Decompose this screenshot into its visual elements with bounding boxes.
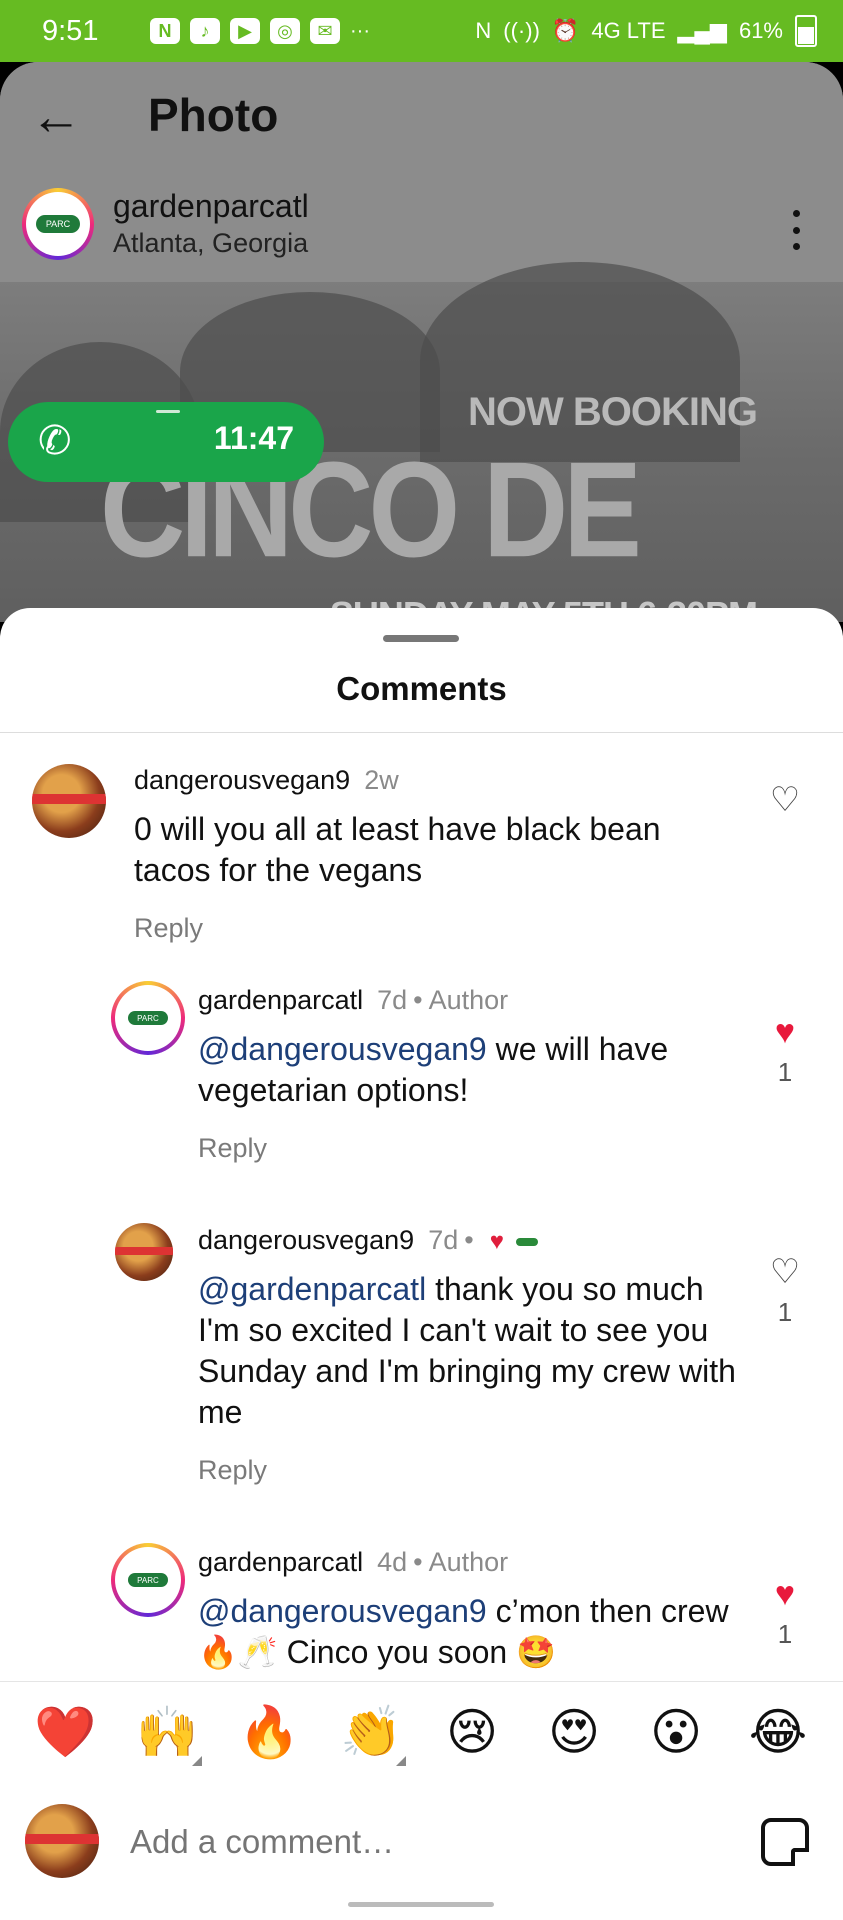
tiktok-icon: ♪ [190,18,220,44]
comment-username[interactable]: gardenparcatl [198,985,363,1015]
reaction-heart-eyes[interactable]: 😍 [544,1702,604,1762]
like-button[interactable]: ♡ [765,783,805,817]
youtube-icon: ▶ [230,18,260,44]
garden-logo-icon: PARC [128,1011,168,1025]
commenter-avatar[interactable] [32,764,106,838]
current-user-avatar [25,1804,99,1878]
sheet-title: Comments [336,670,507,707]
reaction-crying[interactable]: 😢 [442,1702,502,1762]
quick-reactions-bar: ❤️ 🙌 🔥 👏 😢 😍 😮 😂 [0,1681,843,1782]
sticker-icon[interactable] [761,1818,809,1866]
like-count: 1 [777,1297,793,1327]
post-username[interactable]: gardenparcatl [113,188,309,225]
comment-text: @dangerousvegan9 c’mon then crew 🔥🥂 Cinc… [198,1593,729,1670]
battery-label: 61% [738,18,783,43]
signal-icon: ▂▄▆ [677,18,727,43]
garden-logo-icon: PARC [36,215,80,233]
app-header: ← Photo PARC gardenparcatl Atlanta, Geor… [0,62,843,282]
network-label: 4G LTE [591,18,666,43]
page-title: Photo [148,89,279,141]
like-button[interactable]: ♥ 1 [765,1577,805,1650]
reaction-raising-hands[interactable]: 🙌 [136,1702,202,1766]
banner-now-booking: NOW BOOKING [468,390,758,434]
more-notifications-icon: ··· [350,19,370,42]
comment-composer [0,1782,843,1892]
reply-button[interactable]: Reply [198,1133,267,1164]
comment-text: 0 will you all at least have black bean … [134,811,661,888]
add-comment-input[interactable] [128,1822,732,1862]
mention-link[interactable]: @dangerousvegan9 [198,1593,487,1629]
vibrate-icon: ((·)) [503,18,540,43]
more-options-icon[interactable] [793,210,805,250]
author-badge: Author [428,1547,509,1577]
reaction-fire[interactable]: 🔥 [238,1702,300,1762]
instagram-icon: ◎ [270,18,300,44]
heart-filled-icon: ♥ [774,1575,796,1613]
like-button[interactable]: ♥ 1 [765,1015,805,1088]
mention-link[interactable]: @gardenparcatl [198,1271,426,1307]
author-badge: Author [428,985,509,1015]
back-arrow-icon[interactable]: ← [30,90,84,144]
like-button[interactable]: ♡ 1 [765,1255,805,1328]
commenter-avatar[interactable] [115,1223,173,1281]
comment-time: 4d [377,1547,408,1577]
status-time: 9:51 [42,14,99,47]
reply-button[interactable]: Reply [134,913,203,944]
sheet-drag-handle[interactable] [383,635,459,642]
post-avatar[interactable]: PARC [22,188,94,260]
comments-list[interactable]: dangerousvegan9 2w 0 will you all at leas… [0,733,843,1793]
phone-icon: ✆ [38,419,72,463]
notification-icons: N ♪ ▶ ◎ ✉ ··· [150,18,370,44]
commenter-avatar[interactable]: PARC [111,1543,185,1617]
app-notification-icon: N [150,18,180,44]
creator-mini-avatar-icon [515,1237,538,1246]
heart-outline-icon: ♡ [769,781,801,819]
status-bar: 9:51 N ♪ ▶ ◎ ✉ ··· N ((·)) ⏰ 4G LTE ▂▄▆ … [0,0,843,62]
comment-text: @dangerousvegan9 we will have vegetarian… [198,1031,669,1108]
garden-logo-icon: PARC [128,1573,168,1587]
alarm-icon: ⏰ [551,18,580,43]
battery-icon [795,15,817,47]
comment-time: 2w [364,765,399,795]
comment-text: @gardenparcatl thank you so much I'm so … [198,1271,736,1430]
heart-outline-icon: ♡ [769,1253,801,1291]
heart-filled-icon: ♥ [774,1013,796,1051]
gesture-bar[interactable] [348,1902,494,1907]
post-location[interactable]: Atlanta, Georgia [113,228,308,259]
call-timer: 11:47 [213,420,294,456]
post-area: ← Photo PARC gardenparcatl Atlanta, Geor… [0,62,843,622]
outlook-icon: ✉ [310,18,340,44]
ongoing-call-pill[interactable]: ✆ 11:47 [8,402,324,482]
comment-time: 7d [428,1225,459,1255]
reaction-heart[interactable]: ❤️ [34,1702,96,1762]
comment-username[interactable]: gardenparcatl [198,1547,363,1577]
creator-liked-heart-icon: ♥ [489,1228,504,1255]
reaction-laughing[interactable]: 😂 [748,1702,808,1762]
like-count: 1 [777,1619,793,1649]
comment-username[interactable]: dangerousvegan9 [198,1225,414,1255]
comments-sheet: Comments dangerousvegan9 2w 0 will you al… [0,608,843,1920]
mention-link[interactable]: @dangerousvegan9 [198,1031,487,1067]
reply-button[interactable]: Reply [198,1455,267,1486]
comment-username[interactable]: dangerousvegan9 [134,765,350,795]
like-count: 1 [777,1057,793,1087]
nfc-icon: N [475,18,492,43]
reaction-clap[interactable]: 👏 [340,1702,406,1766]
comment-time: 7d [377,985,408,1015]
reaction-surprised[interactable]: 😮 [646,1702,706,1762]
commenter-avatar[interactable]: PARC [111,981,185,1055]
